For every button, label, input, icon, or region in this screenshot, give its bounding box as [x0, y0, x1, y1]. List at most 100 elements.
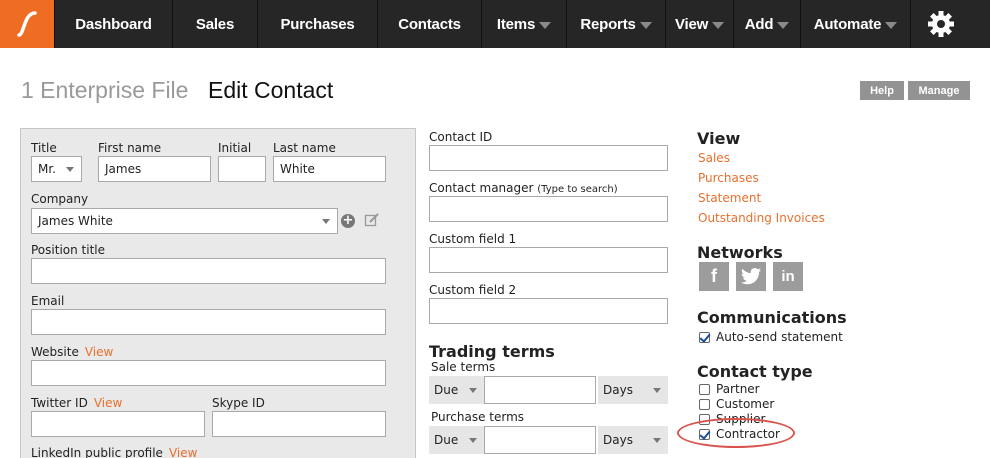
twitter-label-text: Twitter ID: [31, 396, 88, 410]
last-name-field[interactable]: White: [273, 156, 386, 182]
nav-sales-label: Sales: [195, 15, 235, 33]
initial-field[interactable]: [218, 156, 266, 182]
facebook-icon[interactable]: f: [699, 262, 729, 291]
purchase-terms-label: Purchase terms: [431, 410, 525, 424]
top-nav-bar: Dashboard Sales Purchases Contacts Items…: [0, 0, 990, 48]
nav-view-label: View: [674, 15, 709, 33]
chevron-down-icon: [539, 21, 552, 29]
page-title: Edit Contact: [208, 77, 334, 103]
view-statement-link[interactable]: Statement: [698, 191, 761, 205]
title-select-value: Mr.: [38, 162, 56, 176]
purchase-terms-unit-select[interactable]: Days: [598, 426, 668, 454]
sale-terms-unit-select[interactable]: Days: [598, 376, 668, 404]
website-label-text: Website: [31, 345, 79, 359]
nav-add[interactable]: Add: [734, 0, 801, 48]
contact-type-heading: Contact type: [697, 362, 813, 381]
contact-manager-field[interactable]: [429, 196, 668, 222]
initial-label: Initial: [218, 141, 252, 155]
company-label: Company: [31, 192, 89, 206]
nav-contacts[interactable]: Contacts: [378, 0, 482, 48]
chevron-down-icon: [653, 388, 661, 393]
position-title-label: Position title: [31, 243, 105, 257]
linkedin-label: LinkedIn public profile View: [31, 446, 197, 458]
view-outstanding-invoices-link[interactable]: Outstanding Invoices: [698, 211, 825, 225]
sale-terms-type-select[interactable]: Due: [429, 376, 484, 404]
sale-terms-days-field[interactable]: [484, 376, 596, 404]
nav-contacts-label: Contacts: [398, 15, 461, 33]
purchase-terms-unit-value: Days: [603, 433, 633, 447]
file-name[interactable]: 1 Enterprise File: [21, 77, 188, 104]
nav-automate-label: Automate: [813, 15, 882, 33]
twitter-view-link[interactable]: View: [94, 396, 122, 410]
skype-id-field[interactable]: [212, 411, 386, 437]
linkedin-label-text: LinkedIn public profile: [31, 446, 163, 458]
contact-manager-hint: (Type to search): [537, 184, 618, 195]
first-name-label: First name: [98, 141, 162, 155]
position-title-field[interactable]: [31, 258, 386, 284]
nav-items-label: Items: [496, 15, 536, 33]
email-label: Email: [31, 294, 65, 308]
nav-reports[interactable]: Reports: [567, 0, 666, 48]
nav-sales[interactable]: Sales: [173, 0, 258, 48]
networks-heading: Networks: [697, 243, 783, 262]
sale-terms-unit-value: Days: [603, 383, 633, 397]
chevron-down-icon: [885, 21, 898, 29]
nav-purchases-label: Purchases: [280, 15, 355, 33]
custom-field-1-label: Custom field 1: [429, 232, 517, 246]
chevron-down-icon: [653, 438, 661, 443]
trading-terms-heading: Trading terms: [429, 342, 555, 361]
saasu-logo-icon[interactable]: [0, 0, 55, 48]
checkbox-icon[interactable]: [699, 383, 710, 395]
auto-send-statement-checkbox[interactable]: Auto-send statement: [699, 330, 843, 344]
manage-button[interactable]: Manage: [908, 81, 970, 100]
contact-id-label: Contact ID: [429, 130, 493, 144]
nav-view[interactable]: View: [666, 0, 734, 48]
skype-label: Skype ID: [212, 396, 265, 410]
first-name-field[interactable]: James: [98, 156, 211, 182]
website-view-link[interactable]: View: [85, 345, 113, 359]
custom-field-2[interactable]: [429, 298, 668, 324]
add-company-icon[interactable]: +: [341, 214, 355, 228]
view-heading: View: [697, 129, 741, 148]
sale-terms-type-value: Due: [434, 383, 459, 397]
auto-send-statement-label: Auto-send statement: [716, 330, 843, 344]
contact-type-customer-label: Customer: [716, 397, 775, 411]
sale-terms-label: Sale terms: [431, 360, 496, 374]
title-label: Title: [31, 141, 57, 155]
contact-type-customer[interactable]: Customer: [699, 397, 774, 411]
website-label: Website View: [31, 345, 113, 359]
purchase-terms-type-select[interactable]: Due: [429, 426, 484, 454]
purchase-terms-days-field[interactable]: [484, 426, 596, 454]
nav-add-label: Add: [744, 15, 774, 33]
twitter-id-field[interactable]: [31, 411, 205, 437]
chevron-down-icon: [322, 219, 330, 224]
linkedin-view-link[interactable]: View: [169, 446, 197, 458]
custom-field-1[interactable]: [429, 247, 668, 273]
linkedin-icon[interactable]: in: [773, 262, 803, 291]
email-field[interactable]: [31, 309, 386, 335]
contractor-highlight-ellipse: [677, 418, 795, 448]
company-select[interactable]: James White: [31, 208, 338, 234]
contact-type-partner-label: Partner: [716, 382, 760, 396]
edit-company-icon[interactable]: [364, 212, 380, 228]
company-select-value: James White: [38, 214, 113, 228]
view-sales-link[interactable]: Sales: [698, 151, 730, 165]
twitter-label: Twitter ID View: [31, 396, 122, 410]
nav-reports-label: Reports: [580, 15, 636, 33]
title-select[interactable]: Mr.: [31, 156, 82, 182]
nav-automate[interactable]: Automate: [801, 0, 911, 48]
checkbox-checked-icon[interactable]: [699, 331, 710, 343]
nav-purchases[interactable]: Purchases: [258, 0, 378, 48]
chevron-down-icon: [469, 438, 477, 443]
contact-id-field[interactable]: [429, 145, 668, 171]
view-purchases-link[interactable]: Purchases: [698, 171, 759, 185]
website-field[interactable]: [31, 360, 386, 386]
gear-icon[interactable]: [911, 0, 970, 48]
twitter-icon[interactable]: [736, 262, 766, 291]
checkbox-icon[interactable]: [699, 398, 710, 410]
nav-items[interactable]: Items: [482, 0, 567, 48]
purchase-terms-type-value: Due: [434, 433, 459, 447]
help-button[interactable]: Help: [860, 81, 904, 100]
nav-dashboard[interactable]: Dashboard: [55, 0, 173, 48]
contact-type-partner[interactable]: Partner: [699, 382, 760, 396]
